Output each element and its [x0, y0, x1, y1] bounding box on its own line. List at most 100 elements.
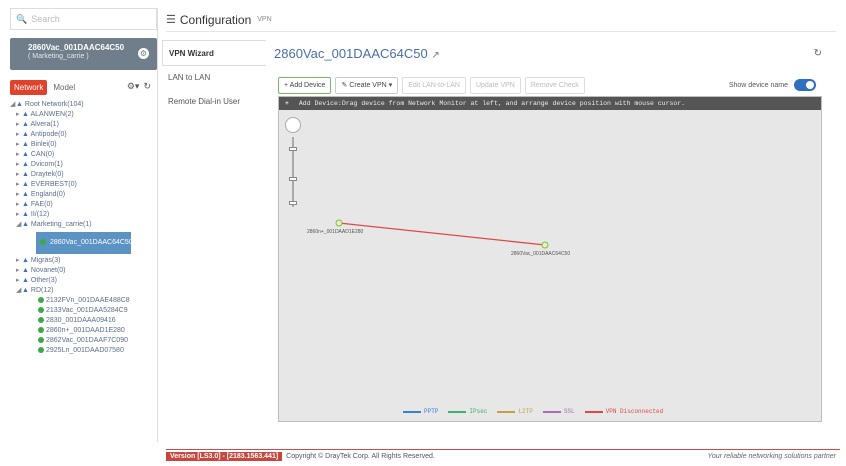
legend-line	[403, 410, 421, 413]
tree-item-group[interactable]: ▸ ▲ Antipode(0)	[10, 130, 157, 140]
tree-item-root[interactable]: ◢▲ Root Network(104)	[10, 100, 157, 110]
tree-item-label: FAE(0)	[30, 201, 53, 208]
tree-item-label: Draytek(0)	[30, 171, 64, 178]
external-link-icon[interactable]: ↗	[431, 50, 439, 61]
legend-label: PPTP	[424, 408, 439, 415]
legend-label: SSL	[563, 408, 575, 415]
online-status-icon	[38, 317, 44, 324]
network-icon: ▲	[22, 171, 29, 178]
network-icon: ▲	[22, 191, 29, 198]
page-header: ☰ Configuration VPN	[166, 8, 836, 32]
legend-line	[448, 410, 467, 413]
legend-label: IPsec	[469, 408, 488, 415]
subnav-vpn-wizard[interactable]: VPN Wizard	[162, 40, 266, 66]
tree-item-group[interactable]: ▸ ▲ Alvera(1)	[10, 120, 157, 130]
remove-check-button[interactable]: Remove Check	[524, 76, 585, 94]
topology-canvas[interactable]: + Add Device:Drag device from Network Mon…	[278, 96, 822, 422]
footer: Version [LS3.0] - [2183.1563.441] Copyri…	[166, 449, 840, 463]
tree-item-device[interactable]: 2133Vac_001DAA5284C9	[10, 306, 157, 316]
tree-item-label: 2133Vac_001DAA5284C9	[46, 307, 128, 314]
legend-line	[497, 410, 516, 413]
device-card[interactable]: 2860Vac_001DAAC64C50 ( Marketing_carrie …	[10, 38, 157, 70]
tree-item-marketing[interactable]: ◢▲ Marketing_carrie(1)	[10, 220, 157, 230]
network-icon: ▲	[22, 287, 29, 294]
subnav-remote-dial-in-user[interactable]: Remote Dial-in User	[162, 90, 266, 114]
tree-item-group[interactable]: ▸ ▲ Other(3)	[10, 276, 157, 286]
tree-item-group[interactable]: ▸ ▲ ALANWEN(2)	[10, 110, 157, 120]
tree-item-group[interactable]: ▸ ▲ Draytek(0)	[10, 170, 157, 180]
legend-label: L2TP	[518, 408, 533, 415]
refresh-icon[interactable]: ↻	[143, 81, 151, 92]
legend-item: VPN Disconnected	[584, 408, 664, 415]
update-vpn-button[interactable]: Update VPN	[469, 76, 521, 94]
tree-item-device[interactable]: 2862Vac_001DAAF7C090	[10, 336, 157, 346]
tree-item-group[interactable]: ▸ ▲ Binlei(0)	[10, 140, 157, 150]
search-box[interactable]: 🔍 Search	[10, 8, 157, 30]
gear-icon[interactable]: ⚙	[138, 48, 149, 59]
edit-lan-to-lan-button[interactable]: Edit LAN-to-LAN	[402, 76, 466, 94]
network-tools: ⚙▾ ↻	[127, 81, 151, 92]
tree-item-rd[interactable]: ◢▲ RD(12)	[10, 286, 157, 296]
online-status-icon	[40, 239, 46, 246]
show-device-name-toggle[interactable]	[794, 79, 816, 91]
node-label-2860n-plus: 2860n+_001DAAD1E280	[307, 229, 364, 235]
tree-item-label: 2862Vac_001DAAF7C090	[46, 337, 128, 344]
tree-item-label: CAN(0)	[30, 151, 55, 158]
node-label-2860vac: 2860Vac_001DAAC64C50	[511, 251, 570, 257]
network-icon: ▲	[22, 151, 29, 158]
tree-item-label: Migras(3)	[30, 257, 61, 264]
legend-line	[542, 410, 561, 413]
online-status-icon	[38, 297, 44, 304]
tree-item-label: 2925Ln_001DAAD07580	[46, 347, 124, 354]
topology-toolbar: + Add Device ✎ Create VPN ▾ Edit LAN-to-…	[278, 76, 832, 94]
tree-item-label: Dvicom(1)	[30, 161, 63, 168]
tree-item-device[interactable]: 2830_001DAAA09416	[10, 316, 157, 326]
tab-network[interactable]: Network	[10, 79, 48, 95]
vpn-link[interactable]	[338, 222, 546, 246]
tagline-text: Your reliable networking solutions partn…	[707, 453, 836, 460]
network-icon: ▲	[22, 161, 29, 168]
network-icon: ▲	[22, 141, 29, 148]
node-2860vac[interactable]	[541, 241, 549, 249]
tree-item-selected-device[interactable]: 2860Vac_001DAAC64C50	[36, 232, 133, 254]
version-badge: Version [LS3.0] - [2183.1563.441]	[166, 452, 283, 461]
tree-item-label: Alvera(1)	[30, 121, 59, 128]
tree-item-group[interactable]: ▸ ▲ CAN(0)	[10, 150, 157, 160]
settings-dropdown-icon[interactable]: ⚙▾	[127, 81, 140, 92]
tree-item-label: 2132FVn_001DAAE488C8	[46, 297, 130, 304]
page-subtitle: VPN	[257, 16, 272, 23]
create-vpn-button[interactable]: ✎ Create VPN ▾	[335, 76, 399, 94]
legend-label: VPN Disconnected	[605, 408, 664, 415]
network-icon: ▲	[22, 201, 29, 208]
network-icon: ▲	[22, 257, 29, 264]
network-icon: ▲	[16, 101, 23, 108]
legend-line	[584, 410, 603, 413]
tree-item-device[interactable]: 2925Ln_001DAAD07580	[10, 346, 157, 356]
tree-item-group[interactable]: ▸ ▲ England(0)	[10, 190, 157, 200]
refresh-icon[interactable]: ↻	[814, 48, 822, 59]
network-tabs: Network Model ⚙▾ ↻	[10, 78, 157, 96]
tree-item-group[interactable]: ▸ ▲ Dvicom(1)	[10, 160, 157, 170]
legend-item: L2TP	[497, 408, 533, 415]
legend-item: SSL	[542, 408, 575, 415]
tree-item-label: Binlei(0)	[30, 141, 57, 148]
tree-item-group[interactable]: ▸ ▲ Novanet(0)	[10, 266, 157, 276]
tree-groups-top: ▸ ▲ ALANWEN(2) ▸ ▲ Alvera(1) ▸ ▲ Antipode(0) ▸…	[10, 110, 157, 220]
tree-item-group[interactable]: ▸ ▲ EVERBEST(0)	[10, 180, 157, 190]
search-placeholder: Search	[31, 14, 60, 24]
tree-item-group[interactable]: ▸ ▲ Migras(3)	[10, 256, 157, 266]
tree-item-label: Other(3)	[30, 277, 57, 284]
tree-item-group[interactable]: ▸ ▲ FAE(0)	[10, 200, 157, 210]
network-icon: ▲	[22, 121, 29, 128]
legend-item: PPTP	[403, 408, 438, 415]
online-status-icon	[38, 327, 44, 334]
node-2860n-plus[interactable]	[335, 219, 343, 227]
tree-item-device[interactable]: 2132FVn_001DAAE488C8	[10, 296, 157, 306]
tree-item-label: 2860n+_001DAAD1E280	[46, 327, 125, 334]
add-device-button[interactable]: + Add Device	[278, 76, 332, 94]
add-device-label: + Add Device	[284, 81, 326, 89]
tab-model[interactable]: Model	[47, 80, 81, 95]
tree-item-group[interactable]: ▸ ▲ II/(12)	[10, 210, 157, 220]
tree-item-device[interactable]: 2860n+_001DAAD1E280	[10, 326, 157, 336]
subnav-lan-to-lan[interactable]: LAN to LAN	[162, 66, 266, 90]
